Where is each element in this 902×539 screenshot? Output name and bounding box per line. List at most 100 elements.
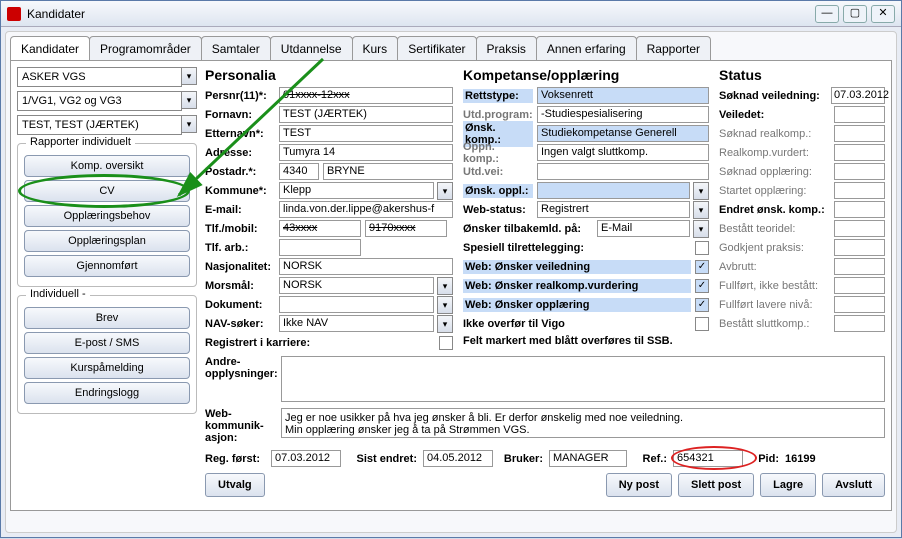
gjennomfort-button[interactable]: Gjennomført xyxy=(24,255,190,277)
bruker-input[interactable]: MANAGER xyxy=(549,450,627,467)
onskkomp-input[interactable]: Studiekompetanse Generell xyxy=(537,125,709,142)
utdprogram-input[interactable]: -Studiespesialisering xyxy=(537,106,709,123)
tlfmobil-label: Tlf./mobil: xyxy=(205,223,275,235)
chevron-down-icon[interactable]: ▾ xyxy=(437,277,453,295)
opplaeringsplan-button[interactable]: Opplæringsplan xyxy=(24,230,190,252)
utdvei-input[interactable] xyxy=(537,163,709,180)
close-window-button[interactable]: ✕ xyxy=(871,5,895,23)
opplaeringsbehov-button[interactable]: Opplæringsbehov xyxy=(24,205,190,227)
adresse-input[interactable]: Tumyra 14 xyxy=(279,144,453,161)
rettstype-input[interactable]: Voksenrett xyxy=(537,87,709,104)
tilbakemld-select[interactable]: E-Mail xyxy=(597,220,690,237)
chevron-down-icon[interactable]: ▾ xyxy=(693,220,709,238)
maximize-button[interactable]: ▢ xyxy=(843,5,867,23)
tab-annen-erfaring[interactable]: Annen erfaring xyxy=(536,36,637,60)
ref-label: Ref.: xyxy=(633,453,667,465)
minimize-button[interactable]: — xyxy=(815,5,839,23)
cv-button[interactable]: CV xyxy=(24,180,190,202)
andre-opplysninger-textarea[interactable] xyxy=(281,356,885,402)
chevron-down-icon[interactable]: ▾ xyxy=(437,182,453,200)
slett-post-button[interactable]: Slett post xyxy=(678,473,754,497)
status-value[interactable]: 07.03.2012 xyxy=(831,87,885,104)
status-value[interactable] xyxy=(834,220,885,237)
email-input[interactable]: linda.von.der.lippe@akershus-f xyxy=(279,201,453,218)
persnr-input[interactable]: 01xxxx-12xxx xyxy=(279,87,453,104)
avslutt-button[interactable]: Avslutt xyxy=(822,473,885,497)
endringslogg-button[interactable]: Endringslogg xyxy=(24,382,190,404)
candidate-select[interactable]: TEST, TEST (JÆRTEK) xyxy=(17,115,182,135)
status-label: Søknad realkomp.: xyxy=(719,128,830,140)
chevron-down-icon[interactable]: ▾ xyxy=(181,91,197,109)
tlf-input[interactable]: 43xxxx xyxy=(279,220,361,237)
status-value[interactable] xyxy=(834,277,885,294)
nasjonalitet-input[interactable]: NORSK xyxy=(279,258,453,275)
sistendret-input[interactable]: 04.05.2012 xyxy=(423,450,493,467)
tab-samtaler[interactable]: Samtaler xyxy=(201,36,271,60)
chevron-down-icon[interactable]: ▾ xyxy=(437,296,453,314)
weboppl-checkbox[interactable]: ✓ xyxy=(695,298,709,312)
morsmal-label: Morsmål: xyxy=(205,280,275,292)
chevron-down-icon[interactable]: ▾ xyxy=(693,182,709,200)
webkomm-textarea[interactable]: Jeg er noe usikker på hva jeg ønsker å b… xyxy=(281,408,885,438)
kommune-select[interactable]: Klepp xyxy=(279,182,434,199)
status-label: Bestått teoridel: xyxy=(719,223,830,235)
status-title: Status xyxy=(719,67,885,83)
postnr-input[interactable]: 4340 xyxy=(279,163,319,180)
lagre-button[interactable]: Lagre xyxy=(760,473,816,497)
onskoppl-select[interactable] xyxy=(537,182,690,199)
status-label: Avbrutt: xyxy=(719,261,830,273)
status-value[interactable] xyxy=(834,239,885,256)
etternavn-input[interactable]: TEST xyxy=(279,125,453,142)
kurspamelding-button[interactable]: Kurspåmelding xyxy=(24,357,190,379)
tab-utdannelse[interactable]: Utdannelse xyxy=(270,36,353,60)
tab-praksis[interactable]: Praksis xyxy=(476,36,537,60)
status-value[interactable] xyxy=(834,258,885,275)
webveil-label: Web: Ønsker veiledning xyxy=(463,260,691,274)
tab-sertifikater[interactable]: Sertifikater xyxy=(397,36,476,60)
chevron-down-icon[interactable]: ▾ xyxy=(693,201,709,219)
status-value[interactable] xyxy=(834,125,885,142)
chevron-down-icon[interactable]: ▾ xyxy=(181,67,197,85)
poststed-input[interactable]: BRYNE xyxy=(323,163,453,180)
vigo-checkbox[interactable] xyxy=(695,317,709,331)
status-value[interactable] xyxy=(834,144,885,161)
chevron-down-icon[interactable]: ▾ xyxy=(181,115,197,133)
rettstype-label: Rettstype: xyxy=(463,89,533,103)
epost-sms-button[interactable]: E-post / SMS xyxy=(24,332,190,354)
status-value[interactable] xyxy=(834,315,885,332)
fornavn-input[interactable]: TEST (JÆRTEK) xyxy=(279,106,453,123)
regforst-input[interactable]: 07.03.2012 xyxy=(271,450,341,467)
ny-post-button[interactable]: Ny post xyxy=(606,473,672,497)
komp-oversikt-button[interactable]: Komp. oversikt xyxy=(24,155,190,177)
level-select[interactable]: 1/VG1, VG2 og VG3 xyxy=(17,91,182,111)
webstatus-select[interactable]: Registrert xyxy=(537,201,690,218)
morsmal-select[interactable]: NORSK xyxy=(279,277,434,294)
nav-select[interactable]: Ikke NAV xyxy=(279,315,434,332)
utvalg-button[interactable]: Utvalg xyxy=(205,473,265,497)
mobil-input[interactable]: 9170xxxx xyxy=(365,220,447,237)
andre-label: Andre- opplysninger: xyxy=(205,356,275,402)
dokument-select[interactable] xyxy=(279,296,434,313)
school-select[interactable]: ASKER VGS xyxy=(17,67,182,87)
oppnkomp-input[interactable]: Ingen valgt sluttkomp. xyxy=(537,144,709,161)
chevron-down-icon[interactable]: ▾ xyxy=(437,315,453,333)
tab-rapporter[interactable]: Rapporter xyxy=(636,36,711,60)
regkarriere-checkbox[interactable] xyxy=(439,336,453,350)
tab-programomrader[interactable]: Programområder xyxy=(89,36,202,60)
tlfarb-input[interactable] xyxy=(279,239,361,256)
ref-input[interactable]: 654321 xyxy=(673,450,743,467)
spesiell-checkbox[interactable] xyxy=(695,241,709,255)
tilbakemld-label: Ønsker tilbakemld. på: xyxy=(463,223,593,235)
webveil-checkbox[interactable]: ✓ xyxy=(695,260,709,274)
brev-button[interactable]: Brev xyxy=(24,307,190,329)
status-value[interactable] xyxy=(834,106,885,123)
tab-kandidater[interactable]: Kandidater xyxy=(10,36,90,60)
postadr-label: Postadr.*: xyxy=(205,166,275,178)
webreal-checkbox[interactable]: ✓ xyxy=(695,279,709,293)
kompetanse-title: Kompetanse/opplæring xyxy=(463,67,709,83)
status-value[interactable] xyxy=(834,296,885,313)
tab-kurs[interactable]: Kurs xyxy=(352,36,399,60)
status-value[interactable] xyxy=(834,163,885,180)
status-value[interactable] xyxy=(834,182,885,199)
status-value[interactable] xyxy=(834,201,885,218)
